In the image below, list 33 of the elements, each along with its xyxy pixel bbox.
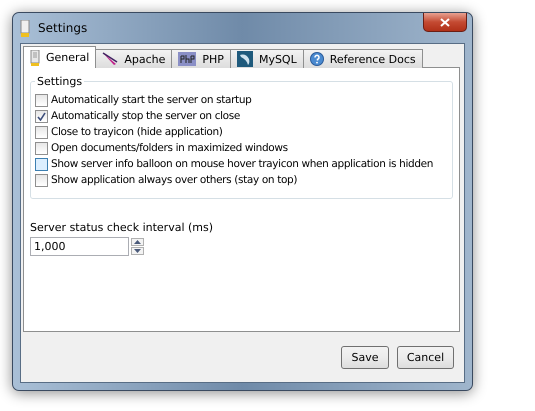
- group-title: Settings: [36, 75, 84, 88]
- feather-icon: [102, 52, 118, 66]
- php-icon: [178, 52, 196, 66]
- dolphin-icon: [236, 51, 253, 67]
- checkbox-label: Close to trayicon (hide application): [51, 126, 223, 138]
- checkbox[interactable]: [35, 158, 48, 170]
- close-button[interactable]: [423, 13, 467, 32]
- tab[interactable]: PHP: [171, 49, 231, 68]
- tab[interactable]: Reference Docs: [302, 49, 423, 68]
- checkbox-label: Automatically start the server on startup: [51, 94, 252, 106]
- server-icon: [30, 50, 40, 66]
- checkbox-label: Show server info balloon on mouse hover trayicon when application is hidden: [51, 158, 434, 170]
- checkbox-label: Automatically stop the server on close: [51, 110, 240, 122]
- tab[interactable]: Apache: [95, 49, 172, 68]
- spin-down-button[interactable]: [131, 247, 144, 255]
- checkbox-label: Open documents/folders in maximized windows: [51, 142, 288, 154]
- tab[interactable]: MySQL: [230, 49, 304, 68]
- checkbox[interactable]: [35, 126, 48, 138]
- tab[interactable]: General: [23, 46, 96, 68]
- checkbox[interactable]: [35, 110, 48, 122]
- server-icon: [20, 20, 30, 36]
- cancel-button[interactable]: Cancel: [397, 346, 454, 368]
- interval-field[interactable]: 1,000: [30, 237, 129, 256]
- interval-label: Server status check interval (ms): [30, 221, 214, 234]
- checkbox-label: Show application always over others (stay on top): [51, 174, 298, 186]
- spin-up-button[interactable]: [131, 238, 144, 246]
- checkbox[interactable]: [35, 94, 48, 106]
- checkbox[interactable]: [35, 174, 48, 186]
- checkbox[interactable]: [35, 142, 48, 154]
- window-title: Settings: [38, 21, 88, 35]
- help-icon: [310, 52, 324, 66]
- save-button[interactable]: Save: [341, 346, 389, 368]
- close-icon: [440, 18, 450, 26]
